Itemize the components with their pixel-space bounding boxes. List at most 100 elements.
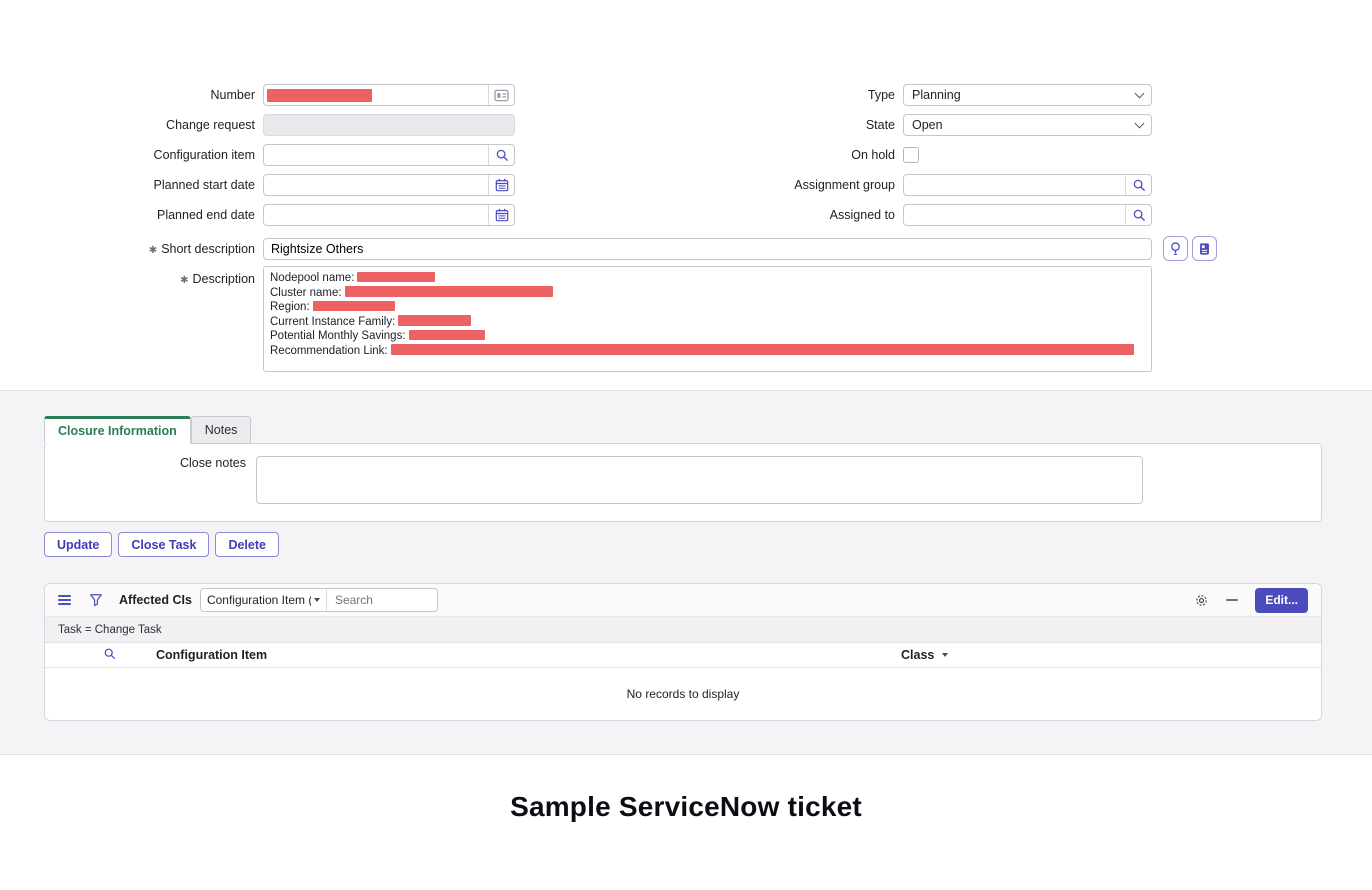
- field-label: Change request: [0, 118, 255, 132]
- field-label: Type: [640, 88, 895, 102]
- redacted-number-value: [267, 89, 372, 102]
- edit-button[interactable]: Edit...: [1255, 588, 1308, 613]
- image-caption: Sample ServiceNow ticket: [0, 791, 1372, 823]
- assigned-to-input[interactable]: [904, 205, 1125, 225]
- minimize-icon[interactable]: [1226, 599, 1238, 601]
- affected-cis-related-list: Affected CIs Configuration Item ( Edit..…: [44, 583, 1322, 721]
- planned-end-date-input[interactable]: [264, 205, 488, 225]
- lower-section: Closure Information Notes Close notes Up…: [0, 390, 1372, 755]
- toolbar-right-controls: Edit...: [1194, 588, 1308, 613]
- funnel-icon[interactable]: [89, 593, 103, 607]
- field-label: ✱Description: [0, 266, 255, 372]
- assigned-to-field[interactable]: [903, 204, 1152, 226]
- search-column-value: Configuration Item (: [207, 593, 311, 607]
- form-action-buttons: Update Close Task Delete: [44, 532, 1322, 557]
- caret-down-icon: [942, 653, 948, 657]
- field-row-assigned-to: Assigned to: [640, 204, 1152, 226]
- configuration-item-input[interactable]: [264, 145, 488, 165]
- field-label: State: [640, 118, 895, 132]
- type-select[interactable]: Planning: [903, 84, 1152, 106]
- state-select[interactable]: Open: [903, 114, 1152, 136]
- lightbulb-icon[interactable]: [1163, 236, 1188, 261]
- search-icon[interactable]: [1125, 175, 1151, 195]
- assignment-group-field[interactable]: [903, 174, 1152, 196]
- short-description-input[interactable]: [264, 239, 1151, 259]
- field-label: Assigned to: [640, 208, 895, 222]
- mandatory-icon: ✱: [149, 245, 157, 256]
- field-row-description: ✱Description Nodepool name: Cluster name…: [0, 266, 1372, 372]
- planned-end-date-field[interactable]: [263, 204, 515, 226]
- tab-closure-information[interactable]: Closure Information: [44, 416, 191, 444]
- hamburger-icon[interactable]: [58, 595, 71, 605]
- field-label: Assignment group: [640, 178, 895, 192]
- page: Number Change request Configuration item: [0, 0, 1372, 823]
- field-row-planned-end-date: Planned end date: [0, 204, 515, 226]
- short-description-field[interactable]: [263, 238, 1152, 260]
- redacted-value: [313, 301, 395, 312]
- knowledge-icon[interactable]: [1192, 236, 1217, 261]
- column-header-class[interactable]: Class: [901, 648, 948, 662]
- list-search-combo: Configuration Item (: [200, 588, 438, 612]
- calendar-icon[interactable]: [488, 205, 514, 225]
- redacted-value: [391, 344, 1134, 355]
- field-label: Planned end date: [0, 208, 255, 222]
- closure-information-panel: Close notes: [44, 443, 1322, 522]
- field-row-on-hold: On hold: [640, 144, 1152, 166]
- search-icon[interactable]: [103, 647, 116, 660]
- calendar-icon[interactable]: [488, 175, 514, 195]
- related-list-title: Affected CIs: [119, 593, 192, 607]
- related-list-toolbar: Affected CIs Configuration Item ( Edit..…: [45, 584, 1321, 617]
- field-row-type: Type Planning: [640, 84, 1152, 106]
- number-value-area[interactable]: [264, 89, 488, 102]
- description-line: Cluster name:: [270, 286, 1145, 301]
- field-row-short-description: ✱Short description: [0, 236, 1372, 261]
- type-select-value: Planning: [912, 88, 1136, 102]
- form-right-column: Type Planning State Open On hold Assignm…: [640, 84, 1152, 234]
- tab-strip: Closure Information Notes: [44, 416, 1322, 443]
- tab-notes[interactable]: Notes: [191, 416, 252, 444]
- field-label: Configuration item: [0, 148, 255, 162]
- empty-list-message: No records to display: [45, 668, 1321, 720]
- close-notes-textarea[interactable]: [256, 456, 1143, 504]
- search-column-select[interactable]: Configuration Item (: [201, 589, 327, 611]
- delete-button[interactable]: Delete: [215, 532, 279, 557]
- number-field[interactable]: [263, 84, 515, 106]
- redacted-value: [409, 330, 485, 341]
- planned-start-date-input[interactable]: [264, 175, 488, 195]
- field-row-assignment-group: Assignment group: [640, 174, 1152, 196]
- redacted-value: [398, 315, 471, 326]
- field-label: Planned start date: [0, 178, 255, 192]
- chevron-down-icon: [1135, 118, 1145, 128]
- search-icon[interactable]: [1125, 205, 1151, 225]
- column-header-configuration-item[interactable]: Configuration Item: [156, 648, 267, 662]
- close-task-button[interactable]: Close Task: [118, 532, 209, 557]
- close-notes-row: Close notes: [45, 444, 1321, 504]
- state-select-value: Open: [912, 118, 1136, 132]
- chevron-down-icon: [1135, 88, 1145, 98]
- description-textarea[interactable]: Nodepool name: Cluster name: Region: Cur…: [263, 266, 1152, 372]
- search-icon[interactable]: [488, 145, 514, 165]
- redacted-value: [345, 286, 553, 297]
- configuration-item-field[interactable]: [263, 144, 515, 166]
- description-line: Region:: [270, 300, 1145, 315]
- preview-record-icon[interactable]: [488, 85, 514, 105]
- gear-icon[interactable]: [1194, 593, 1209, 608]
- description-line: Nodepool name:: [270, 271, 1145, 286]
- breadcrumb[interactable]: Task = Change Task: [58, 624, 162, 636]
- mandatory-icon: ✱: [180, 275, 188, 286]
- caret-down-icon: [314, 598, 320, 602]
- field-row-configuration-item: Configuration item: [0, 144, 515, 166]
- assignment-group-input[interactable]: [904, 175, 1125, 195]
- on-hold-checkbox[interactable]: [903, 147, 919, 163]
- update-button[interactable]: Update: [44, 532, 112, 557]
- field-label: ✱Short description: [0, 242, 255, 256]
- change-task-form: Number Change request Configuration item: [0, 0, 1372, 390]
- field-row-change-request: Change request: [0, 114, 515, 136]
- description-line: Recommendation Link:: [270, 344, 1145, 359]
- planned-start-date-field[interactable]: [263, 174, 515, 196]
- close-notes-label: Close notes: [45, 456, 256, 504]
- list-header-row: Configuration Item Class: [45, 643, 1321, 668]
- change-request-field: [263, 114, 515, 136]
- field-label: On hold: [640, 148, 895, 162]
- list-search-input[interactable]: [327, 589, 437, 611]
